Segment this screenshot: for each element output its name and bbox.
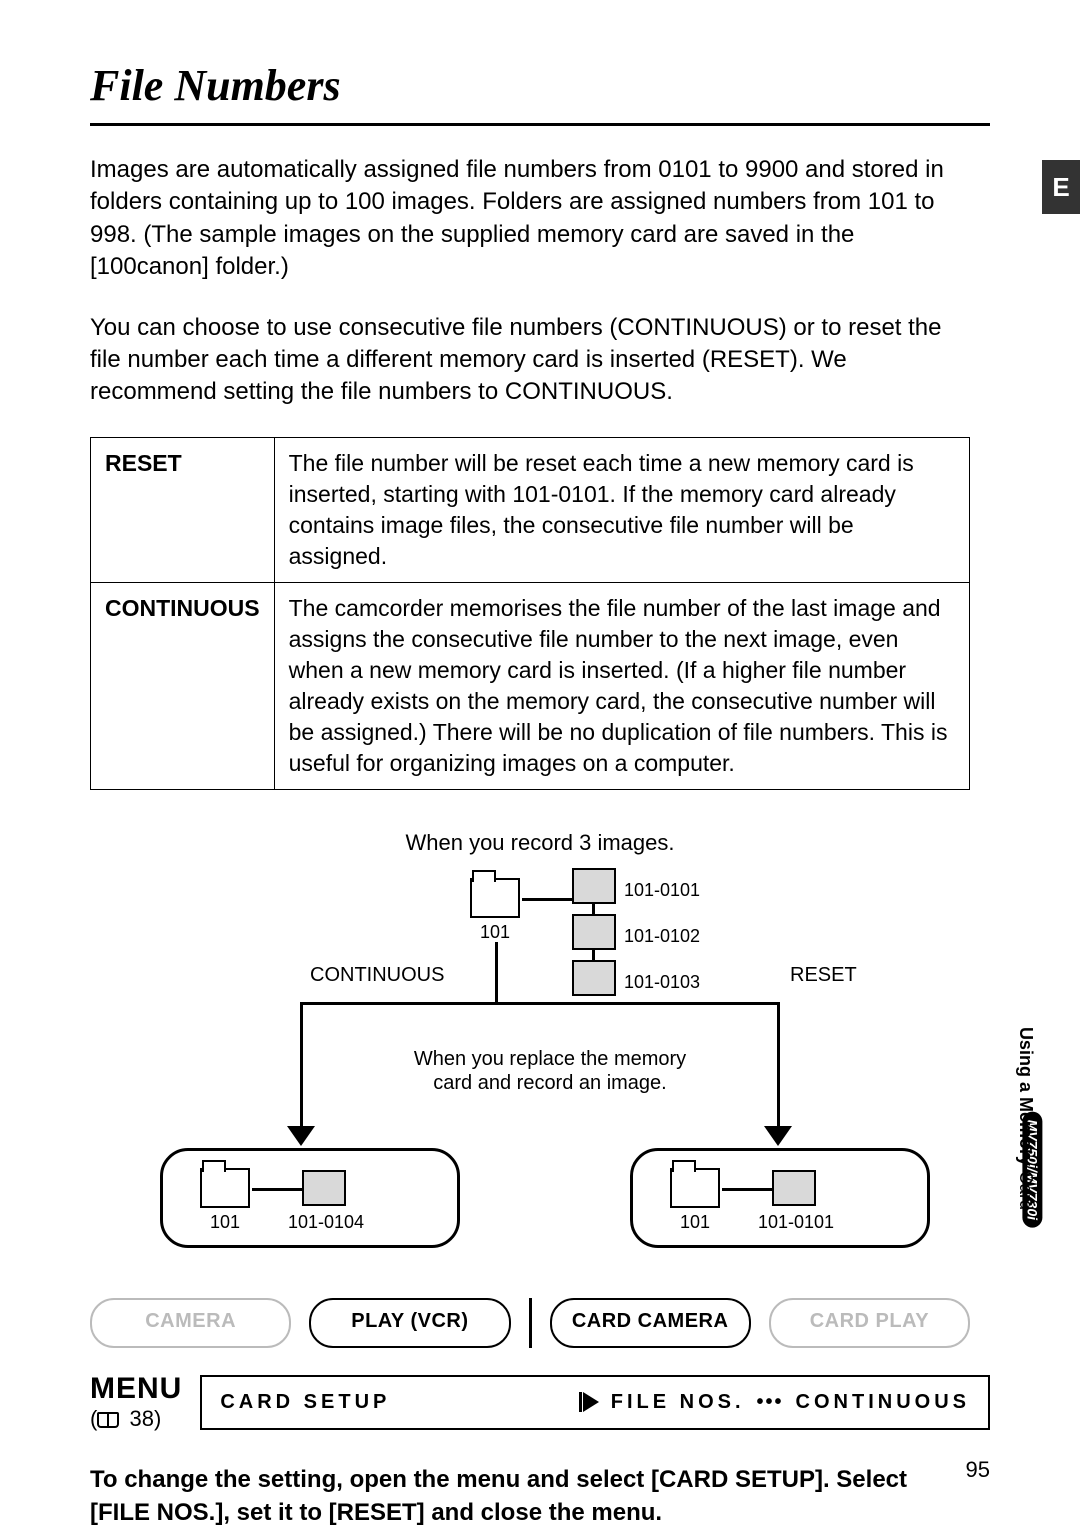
option-reset-label: RESET <box>91 437 275 582</box>
diagram-caption-mid: card and record an image. <box>390 1072 710 1095</box>
file-number-diagram: 101 101-0101 101-0102 101-0103 CONTINUOU… <box>180 868 900 1268</box>
file-label: 101-0101 <box>624 880 700 901</box>
menu-label: MENU <box>90 1372 182 1406</box>
connector-line <box>592 950 595 960</box>
file-label: 101-0103 <box>624 972 700 993</box>
connector-line <box>722 1188 772 1191</box>
section-side-label: Using a Memory Card <box>1015 1027 1036 1210</box>
connector-line <box>300 1002 780 1005</box>
page-title: File Numbers <box>90 60 990 111</box>
folder-icon <box>200 1168 250 1208</box>
menu-label-block: MENU ( 38) <box>90 1372 182 1432</box>
file-label: 101-0101 <box>758 1212 834 1233</box>
menu-page-ref: ( 38) <box>90 1406 182 1432</box>
menu-arrow-icon <box>583 1392 599 1412</box>
table-row: CONTINUOUS The camcorder memorises the f… <box>91 582 970 789</box>
arrow-down-icon <box>287 1126 315 1146</box>
folder-label: 101 <box>670 1212 720 1233</box>
page-number: 95 <box>966 1457 990 1483</box>
file-icon <box>772 1170 816 1206</box>
file-label: 101-0104 <box>288 1212 364 1233</box>
menu-path-box: CARD SETUP FILE NOS. ••• CONTINUOUS <box>200 1375 990 1430</box>
folder-label: 101 <box>470 922 520 943</box>
menu-path-left: CARD SETUP <box>220 1391 390 1414</box>
file-label: 101-0102 <box>624 926 700 947</box>
diagram-caption-top: When you record 3 images. <box>90 830 990 856</box>
reset-label: RESET <box>790 964 857 987</box>
language-tab: E <box>1042 160 1080 214</box>
mode-card-play: CARD PLAY <box>769 1298 970 1348</box>
connector-line <box>252 1188 302 1191</box>
section-side-label-bold: Using a Memory <box>1016 1027 1036 1171</box>
book-icon <box>97 1412 119 1428</box>
section-side-label-rest: Card <box>1016 1171 1036 1210</box>
mode-divider <box>529 1298 532 1348</box>
connector-line <box>777 1002 780 1128</box>
menu-nav-row: MENU ( 38) CARD SETUP FILE NOS. ••• CONTIN… <box>90 1372 990 1432</box>
mode-play-vcr: PLAY (VCR) <box>309 1298 510 1348</box>
option-continuous-desc: The camcorder memorises the file number … <box>274 582 969 789</box>
intro-paragraph-1: Images are automatically assigned file n… <box>90 154 960 284</box>
file-icon <box>572 914 616 950</box>
mode-card-camera: CARD CAMERA <box>550 1298 751 1348</box>
file-icon <box>572 868 616 904</box>
arrow-down-icon <box>764 1126 792 1146</box>
intro-paragraph-2: You can choose to use consecutive file n… <box>90 312 960 409</box>
menu-ref-number: 38 <box>129 1406 153 1431</box>
options-table: RESET The file number will be reset each… <box>90 437 970 790</box>
table-row: RESET The file number will be reset each… <box>91 437 970 582</box>
option-continuous-label: CONTINUOUS <box>91 582 275 789</box>
file-icon <box>302 1170 346 1206</box>
folder-label: 101 <box>200 1212 250 1233</box>
folder-icon <box>670 1168 720 1208</box>
title-rule <box>90 123 990 126</box>
connector-line <box>592 904 595 914</box>
mode-selector-row: CAMERA PLAY (VCR) CARD CAMERA CARD PLAY <box>90 1298 970 1348</box>
connector-line <box>300 1002 303 1128</box>
connector-line <box>495 942 498 1002</box>
menu-dots: ••• <box>757 1391 784 1414</box>
diagram-caption-mid: When you replace the memory <box>390 1048 710 1071</box>
instruction-text: To change the setting, open the menu and… <box>90 1464 970 1529</box>
menu-path-key: FILE NOS. <box>611 1391 745 1414</box>
option-reset-desc: The file number will be reset each time … <box>274 437 969 582</box>
menu-path-value: CONTINUOUS <box>796 1391 970 1414</box>
manual-page: E File Numbers Images are automatically … <box>0 0 1080 1533</box>
folder-icon <box>470 878 520 918</box>
connector-line <box>522 898 572 901</box>
file-icon <box>572 960 616 996</box>
mode-camera: CAMERA <box>90 1298 291 1348</box>
continuous-label: CONTINUOUS <box>310 964 444 987</box>
